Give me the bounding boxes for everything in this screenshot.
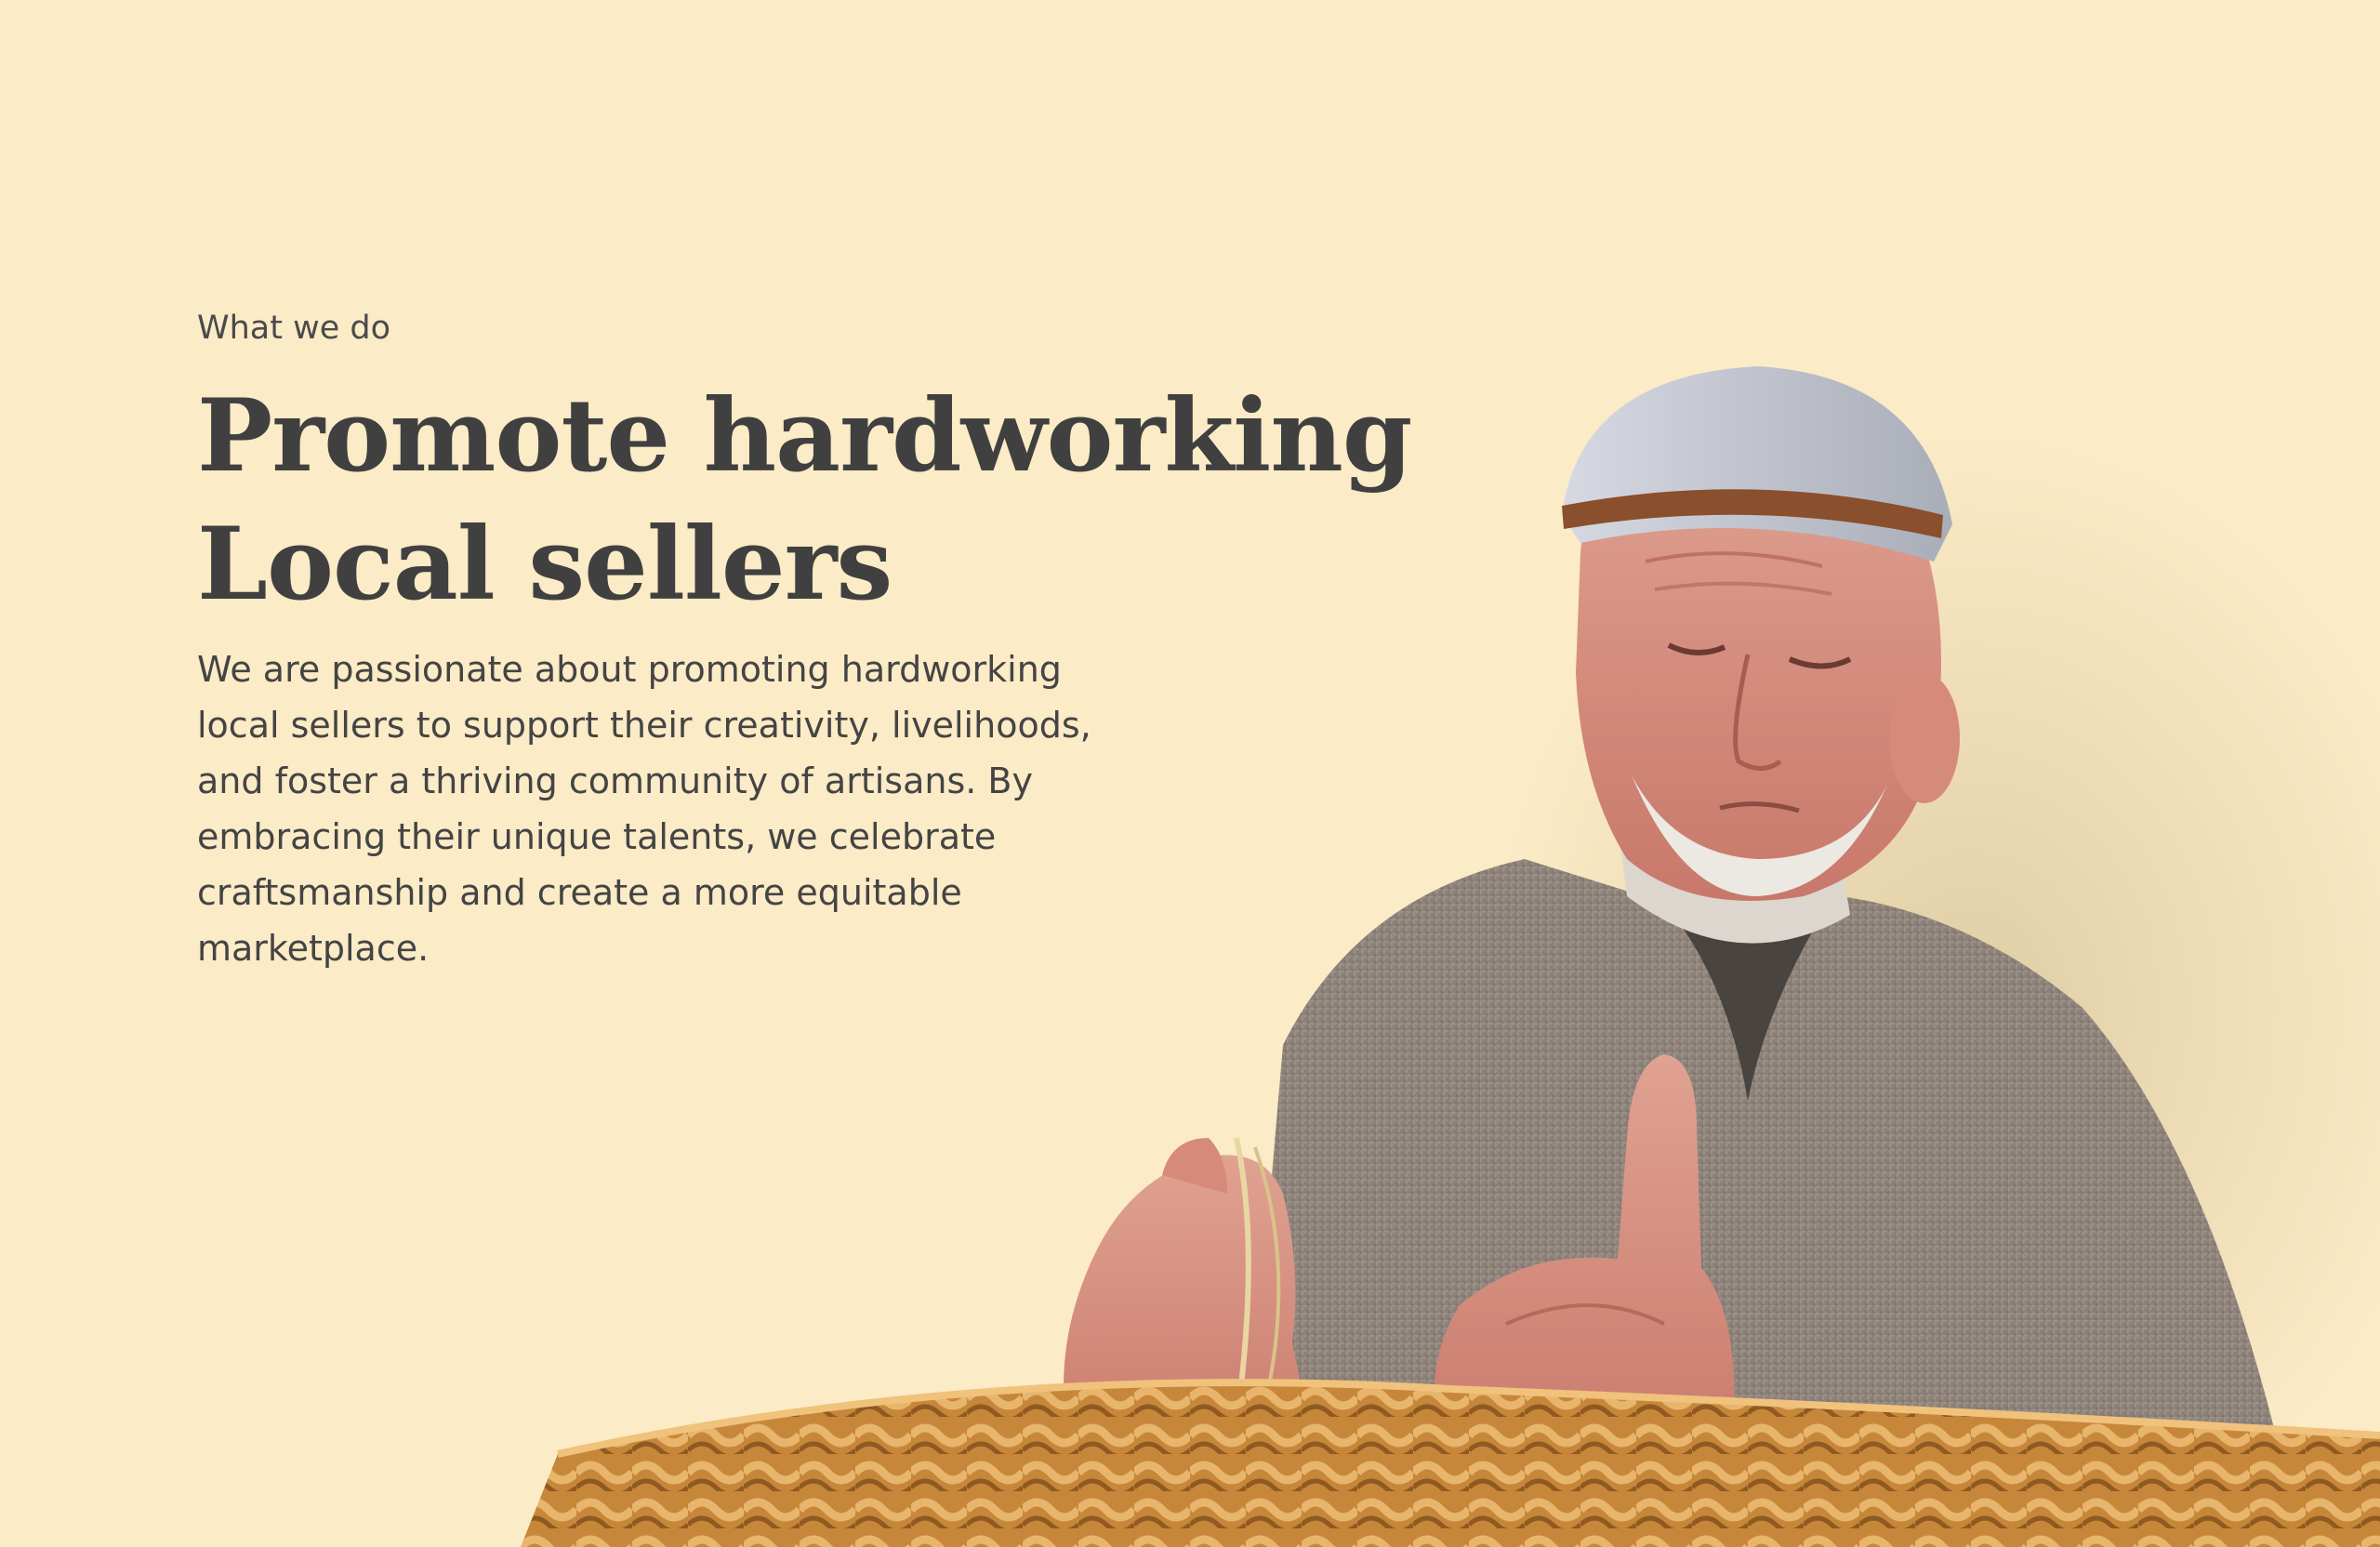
what-we-do-section: What we do Promote hardworking Local sel… xyxy=(0,0,2380,1547)
artisan-illustration xyxy=(521,366,2380,1547)
artisan-photo xyxy=(521,338,2380,1547)
